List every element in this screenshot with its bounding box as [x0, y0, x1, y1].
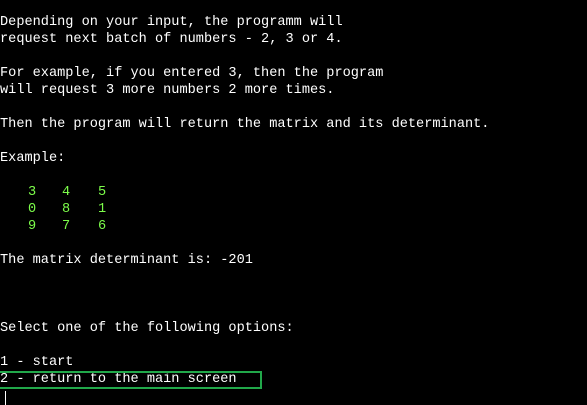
intro-line-1: Depending on your input, the programm wi… [0, 15, 343, 30]
matrix-cell: 0 [28, 202, 37, 217]
option-start[interactable]: 1 - start [0, 354, 73, 371]
matrix-cell: 6 [98, 219, 107, 234]
option-return-main-screen[interactable]: 2 - return to the main screen [0, 371, 237, 388]
example-label: Example: [0, 151, 66, 166]
intro-line-5: Then the program will return the matrix … [0, 117, 490, 132]
intro-line-3: For example, if you entered 3, then the … [0, 66, 384, 81]
matrix-row-3: 9 7 6 [0, 218, 106, 235]
divider-line: ========================================… [0, 270, 587, 282]
matrix-cell: 8 [62, 202, 71, 217]
matrix-row-2: 0 8 1 [0, 201, 106, 218]
matrix-cell: 3 [28, 185, 37, 200]
terminal-window[interactable]: Depending on your input, the programm wi… [0, 0, 587, 405]
text-cursor [5, 391, 6, 405]
intro-line-4: will request 3 more numbers 2 more times… [0, 83, 335, 98]
matrix-cell: 4 [62, 185, 71, 200]
matrix-cell: 9 [28, 219, 37, 234]
matrix-cell: 1 [98, 202, 107, 217]
matrix-row-1: 3 4 5 [0, 184, 106, 201]
determinant-result: The matrix determinant is: -201 [0, 253, 253, 268]
matrix-cell: 7 [62, 219, 71, 234]
intro-line-2: request next batch of numbers - 2, 3 or … [0, 32, 343, 47]
options-prompt: Select one of the following options: [0, 321, 294, 336]
matrix-cell: 5 [98, 185, 107, 200]
